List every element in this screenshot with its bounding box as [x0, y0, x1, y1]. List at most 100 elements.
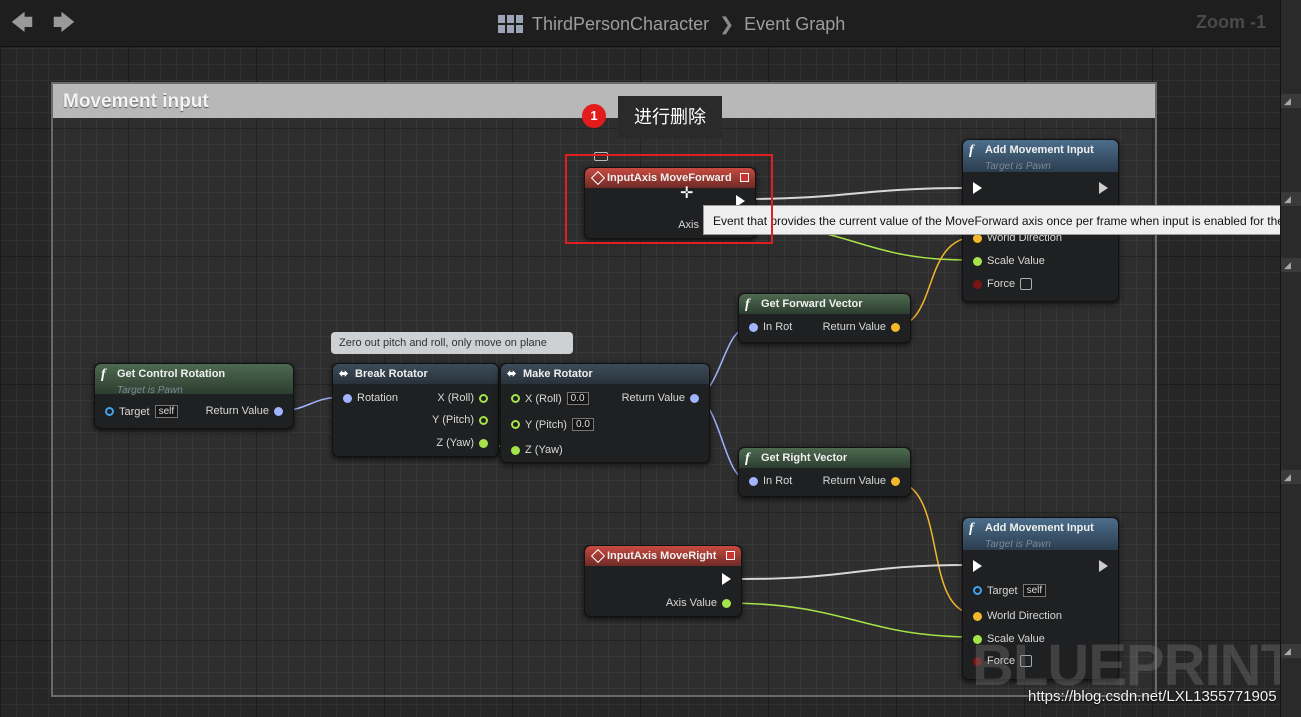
exec-pin-icon: [973, 182, 982, 194]
exec-pin-icon: [973, 560, 982, 572]
pin-default-value[interactable]: self: [154, 405, 179, 418]
source-url-watermark: https://blog.csdn.net/LXL1355771905: [1028, 688, 1277, 705]
pin-return-value[interactable]: Return Value: [206, 405, 283, 417]
bool-pin-icon: [973, 279, 982, 289]
pin-exec-out[interactable]: [1099, 182, 1108, 194]
pin-target[interactable]: Target self: [973, 584, 1047, 597]
node-subtitle: Target is Pawn: [117, 385, 183, 396]
pin-default-value[interactable]: 0.0: [566, 392, 589, 405]
pin-y-pitch[interactable]: Y (Pitch): [432, 414, 488, 426]
float-pin-icon: [479, 393, 488, 403]
pin-label: In Rot: [763, 475, 793, 487]
float-pin-icon: [722, 598, 731, 608]
rotator-pin-icon: [274, 406, 283, 416]
event-icon: [590, 548, 606, 564]
node-get-right-vector[interactable]: f Get Right Vector In Rot Return Value: [738, 447, 911, 497]
panel-section-header[interactable]: ◢: [1281, 192, 1301, 206]
pin-label: Axis Value: [665, 597, 717, 609]
pin-world-direction[interactable]: World Direction: [973, 610, 1062, 622]
node-make-rotator[interactable]: ⬌ Make Rotator X (Roll) 0.0 Y (Pitch) 0.…: [500, 363, 710, 463]
node-title: Add Movement Input: [985, 144, 1094, 156]
exec-wire-right: [741, 564, 969, 580]
pin-label: Return Value: [205, 405, 269, 417]
float-pin-icon: [511, 445, 520, 455]
node-header[interactable]: ⬌ Break Rotator: [333, 364, 498, 384]
node-break-rotator[interactable]: ⬌ Break Rotator Rotation X (Roll) Y (Pit…: [332, 363, 499, 457]
pin-label: Return Value: [621, 392, 685, 404]
pin-default-value[interactable]: self: [1022, 584, 1047, 597]
force-checkbox[interactable]: [1020, 278, 1033, 290]
node-header[interactable]: f Add Movement Input Target is Pawn: [963, 140, 1118, 172]
pin-label: Return Value: [822, 475, 886, 487]
panel-section-header[interactable]: ◢: [1281, 470, 1301, 484]
node-comment-bubble[interactable]: Zero out pitch and roll, only move on pl…: [331, 332, 573, 354]
node-title: Get Forward Vector: [761, 298, 863, 310]
exec-pin-icon: [722, 573, 731, 585]
node-header[interactable]: f Get Forward Vector: [739, 294, 910, 314]
function-icon: f: [969, 521, 974, 536]
node-header[interactable]: f Add Movement Input Target is Pawn: [963, 518, 1118, 550]
function-icon: f: [101, 367, 106, 382]
node-header[interactable]: f Get Control Rotation Target is Pawn: [95, 364, 293, 396]
pin-label: Force: [987, 278, 1016, 290]
node-title: InputAxis MoveRight: [607, 550, 717, 562]
pin-x-roll[interactable]: X (Roll) 0.0: [511, 392, 589, 405]
node-header[interactable]: InputAxis MoveRight: [585, 546, 741, 566]
pin-label: Y (Pitch): [525, 418, 567, 431]
annotation-step-badge: 1: [582, 104, 606, 128]
pin-z-yaw[interactable]: Z (Yaw): [436, 437, 488, 449]
float-pin-icon: [479, 438, 488, 448]
pin-in-rot[interactable]: In Rot: [749, 475, 792, 487]
pin-exec-in[interactable]: [973, 182, 982, 194]
node-get-forward-vector[interactable]: f Get Forward Vector In Rot Return Value: [738, 293, 911, 343]
vector-pin-icon: [891, 322, 900, 332]
node-get-control-rotation[interactable]: f Get Control Rotation Target is Pawn Ta…: [94, 363, 294, 429]
pin-return-value[interactable]: Return Value: [622, 392, 699, 404]
pin-return-value[interactable]: Return Value: [823, 475, 900, 487]
node-inputaxis-moveright[interactable]: InputAxis MoveRight Axis Value: [584, 545, 742, 617]
pin-target[interactable]: Target self: [105, 405, 179, 418]
pin-scale-value[interactable]: Scale Value: [973, 255, 1045, 267]
pin-label: X (Roll): [437, 392, 474, 404]
pin-z-yaw[interactable]: Z (Yaw): [511, 444, 563, 456]
pin-exec-out[interactable]: [722, 573, 731, 585]
node-title: Get Right Vector: [761, 452, 848, 464]
pin-axis-value[interactable]: Axis Value: [666, 597, 731, 609]
pin-label: In Rot: [763, 321, 793, 333]
function-icon: f: [745, 451, 750, 466]
pin-rotation[interactable]: Rotation: [343, 392, 398, 404]
pin-exec-out[interactable]: [1099, 560, 1108, 572]
pin-in-rot[interactable]: In Rot: [749, 321, 792, 333]
make-icon: ⬌: [507, 368, 517, 380]
pin-return-value[interactable]: Return Value: [823, 321, 900, 333]
node-tooltip: Event that provides the current value of…: [703, 205, 1280, 235]
annotation-callout: 进行删除: [618, 96, 722, 138]
axis-wire-right: [723, 602, 977, 638]
details-panel-edge: ◢ ◢ ◢ ◢ ◢: [1280, 0, 1301, 717]
delegate-pin-icon[interactable]: [726, 551, 735, 560]
node-header[interactable]: f Get Right Vector: [739, 448, 910, 468]
panel-section-header[interactable]: ◢: [1281, 644, 1301, 658]
panel-section-header[interactable]: ◢: [1281, 94, 1301, 108]
pin-label: Scale Value: [987, 255, 1045, 267]
rotator-pin-icon: [749, 322, 758, 332]
panel-section-header[interactable]: ◢: [1281, 258, 1301, 272]
pin-default-value[interactable]: 0.0: [571, 418, 594, 431]
pin-force[interactable]: Force: [973, 278, 1033, 290]
pin-label: X (Roll): [525, 392, 562, 405]
pin-exec-in[interactable]: [973, 560, 982, 572]
function-icon: f: [745, 297, 750, 312]
pin-x-roll[interactable]: X (Roll): [437, 392, 488, 404]
node-header[interactable]: ⬌ Make Rotator: [501, 364, 709, 384]
annotation-highlight-box: [565, 154, 773, 244]
rotator-pin-icon: [749, 476, 758, 486]
pin-label: Y (Pitch): [432, 414, 474, 426]
node-title: Make Rotator: [523, 368, 593, 380]
pin-y-pitch[interactable]: Y (Pitch) 0.0: [511, 418, 594, 431]
pin-label: World Direction: [987, 610, 1062, 622]
vector-pin-icon: [973, 611, 982, 621]
node-subtitle: Target is Pawn: [985, 161, 1051, 172]
blueprint-graph-canvas[interactable]: 🡄 🡆 ThirdPersonCharacter ❯ Event Graph Z…: [0, 0, 1280, 717]
object-pin-icon: [973, 586, 982, 595]
pin-label: Z (Yaw): [436, 437, 474, 449]
